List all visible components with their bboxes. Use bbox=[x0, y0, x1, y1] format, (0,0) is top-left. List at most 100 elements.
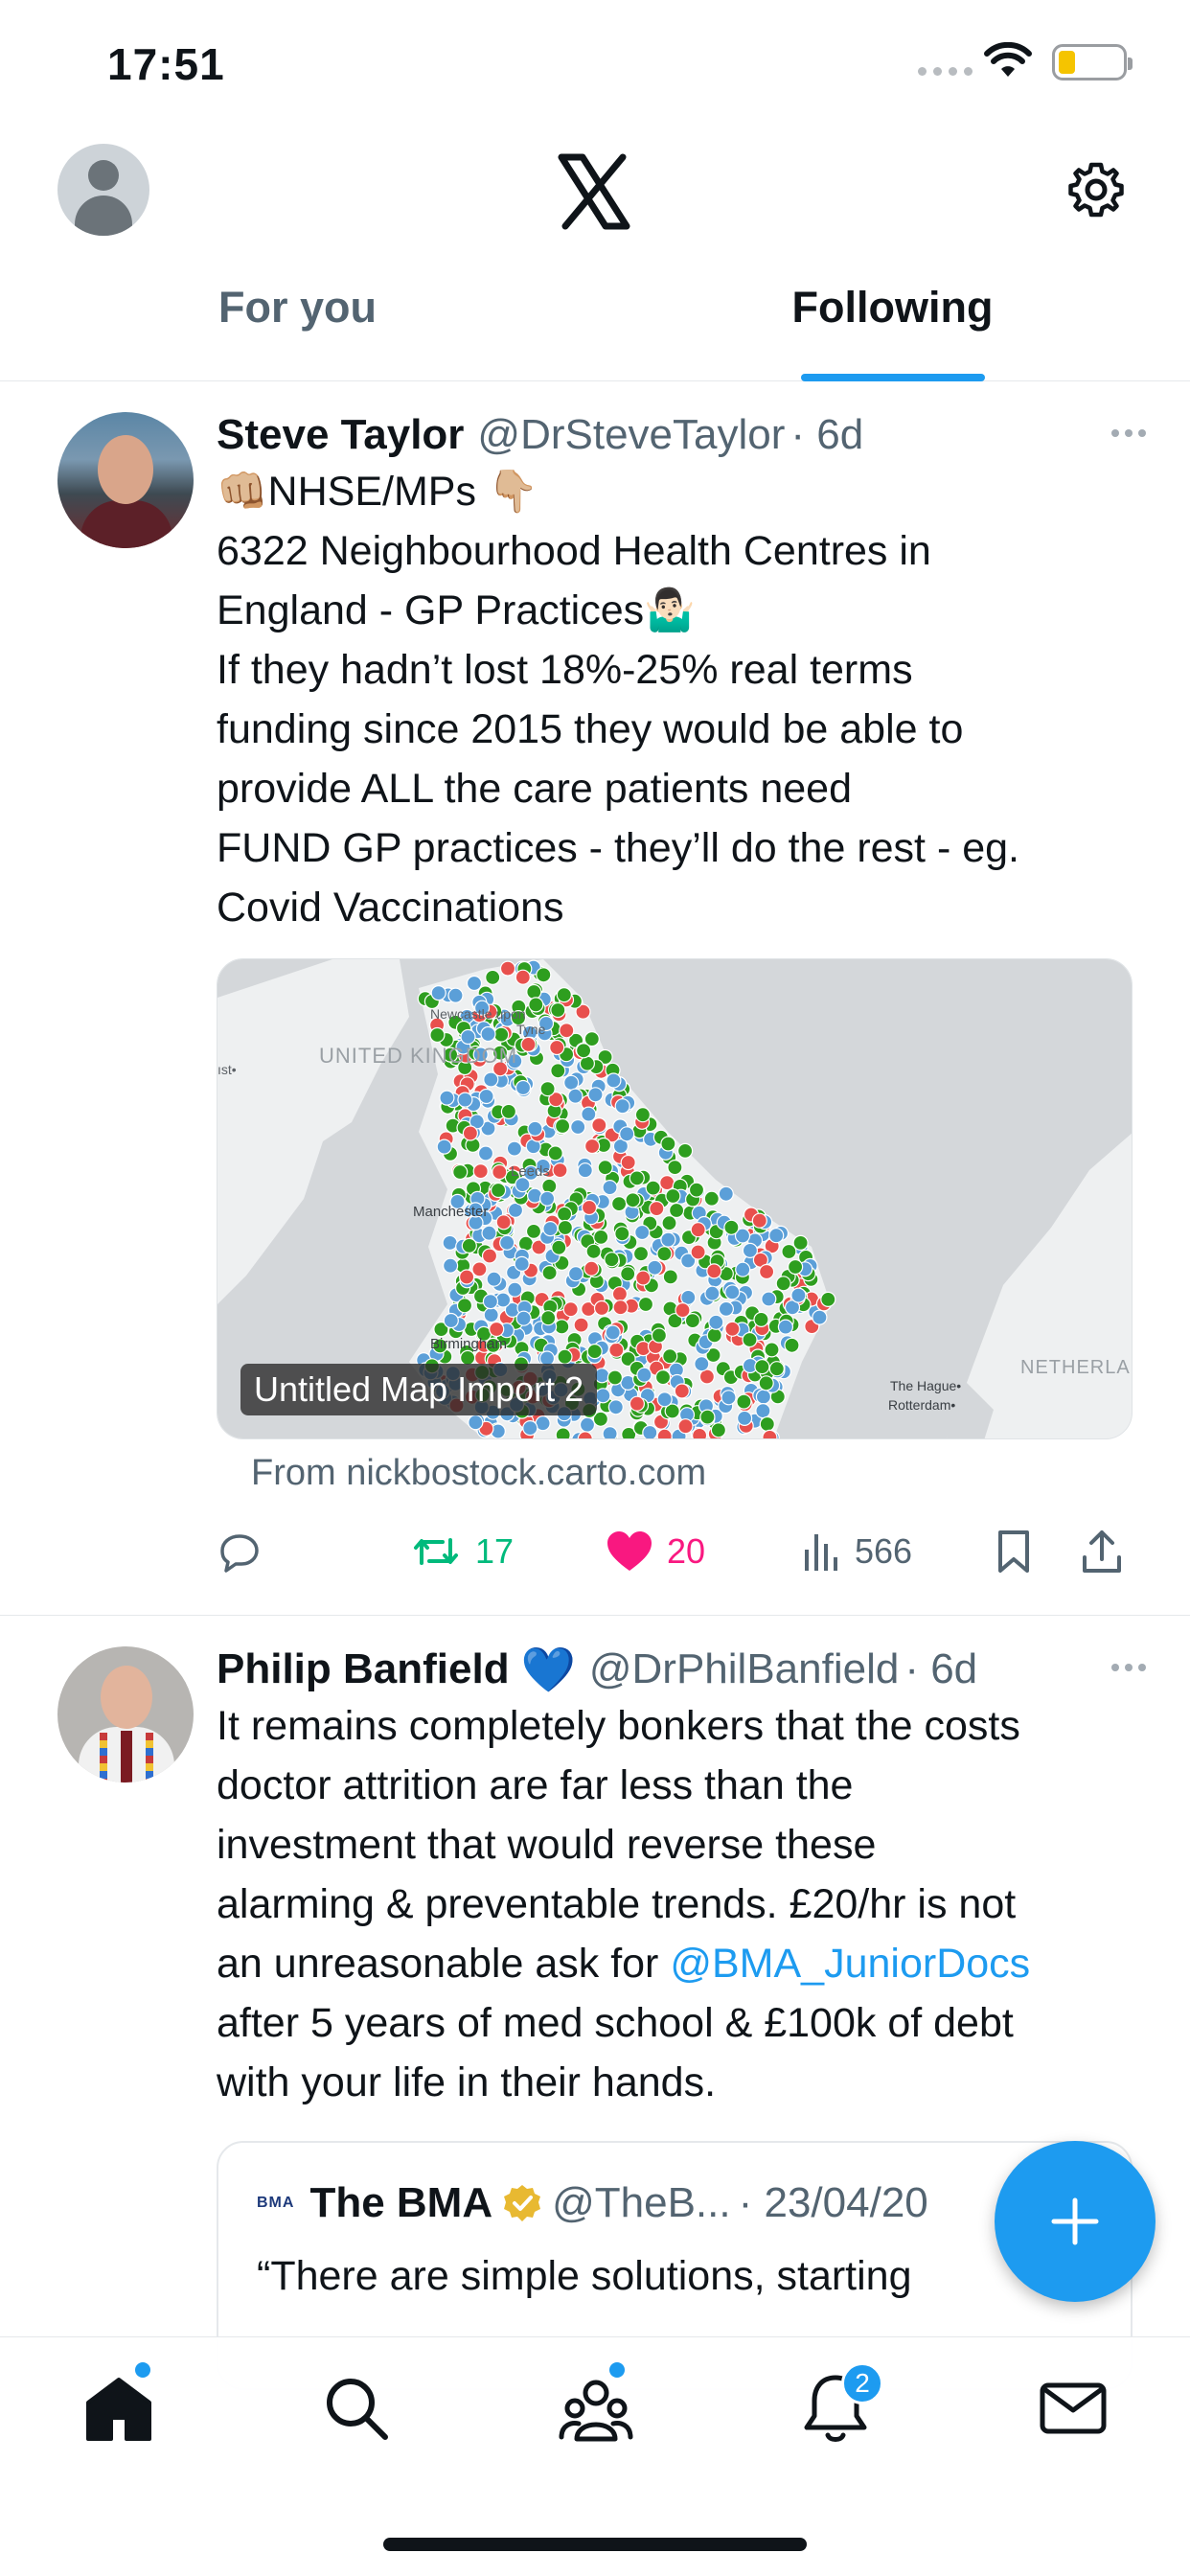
map-dot bbox=[688, 1182, 705, 1198]
view-count: 566 bbox=[855, 1531, 913, 1571]
map-dot bbox=[452, 1163, 469, 1181]
map-dot bbox=[758, 1375, 774, 1392]
views-button[interactable]: 566 bbox=[803, 1530, 912, 1573]
profile-avatar[interactable] bbox=[57, 144, 149, 236]
map-dot bbox=[605, 1324, 621, 1341]
tweet-line: Covid Vaccinations bbox=[217, 885, 564, 931]
map-dot bbox=[784, 1337, 800, 1353]
map-dot bbox=[651, 1327, 667, 1344]
settings-gear-icon[interactable] bbox=[1065, 159, 1127, 220]
tweet-line: doctor attrition are far less than the bbox=[217, 1762, 854, 1808]
search-icon[interactable] bbox=[318, 2370, 395, 2447]
more-options-icon[interactable] bbox=[1111, 1664, 1146, 1671]
tab-for-you[interactable]: For you bbox=[0, 259, 595, 381]
map-label-leeds: Leeds bbox=[511, 1163, 550, 1180]
x-logo-icon[interactable] bbox=[556, 153, 632, 230]
tweet[interactable]: Steve Taylor @DrSteveTaylor · 6d 👊🏼NHSE/… bbox=[0, 383, 1190, 1616]
map-dot bbox=[660, 1231, 676, 1248]
map-dot bbox=[528, 997, 544, 1013]
share-button[interactable] bbox=[1079, 1529, 1125, 1575]
status-time: 17:51 bbox=[107, 39, 225, 89]
map-dot bbox=[472, 1163, 489, 1180]
map-dot bbox=[690, 1244, 706, 1260]
map-dot bbox=[662, 1269, 678, 1285]
author-handle[interactable]: @DrPhilBanfield bbox=[589, 1645, 899, 1693]
map-dot bbox=[456, 1298, 473, 1314]
map-dot bbox=[758, 1263, 775, 1280]
map-dot bbox=[660, 1136, 676, 1152]
map-dot bbox=[489, 1321, 505, 1338]
map-dot bbox=[563, 1074, 580, 1091]
reply-button[interactable] bbox=[217, 1529, 263, 1575]
like-button[interactable]: 20 bbox=[606, 1530, 705, 1574]
map-dot bbox=[775, 1276, 791, 1292]
map-dot bbox=[647, 1259, 663, 1276]
map-dot bbox=[443, 1257, 459, 1274]
map-dot bbox=[768, 1228, 785, 1244]
communities-new-dot bbox=[609, 2362, 625, 2378]
map-dot bbox=[436, 1138, 452, 1155]
map-dot bbox=[462, 1125, 478, 1141]
map-dot bbox=[555, 1117, 571, 1135]
map-dot bbox=[460, 1028, 476, 1046]
status-bar: 17:51 bbox=[0, 0, 1190, 125]
map-dot bbox=[620, 1266, 636, 1282]
map-dot bbox=[629, 1170, 645, 1186]
bookmark-icon bbox=[998, 1530, 1029, 1573]
communities-icon[interactable] bbox=[558, 2370, 634, 2447]
tweet-line: with your life in their hands. bbox=[217, 2059, 717, 2105]
heart-filled-icon bbox=[607, 1531, 652, 1571]
author-avatar[interactable] bbox=[57, 1646, 194, 1782]
map-dot bbox=[706, 1327, 722, 1344]
map-dot bbox=[547, 1145, 563, 1162]
map-dot bbox=[718, 1185, 734, 1202]
tweet-header: Steve Taylor @DrSteveTaylor · 6d bbox=[217, 408, 1136, 462]
author-avatar[interactable] bbox=[57, 412, 194, 548]
map-label-newcastle: Newcastle upon bbox=[430, 1006, 526, 1022]
more-options-icon[interactable] bbox=[1111, 429, 1146, 437]
views-chart-icon bbox=[805, 1534, 837, 1571]
author-handle[interactable]: @DrSteveTaylor bbox=[477, 411, 785, 459]
map-dot bbox=[614, 1226, 630, 1242]
map-dot bbox=[550, 1001, 566, 1019]
tab-following[interactable]: Following bbox=[595, 259, 1190, 381]
home-icon[interactable] bbox=[80, 2370, 157, 2447]
map-dot bbox=[466, 975, 483, 992]
author-name[interactable]: Steve Taylor bbox=[217, 411, 464, 459]
map-label-birmingham: Birmingham bbox=[430, 1336, 507, 1352]
bookmark-button[interactable] bbox=[995, 1529, 1033, 1575]
map-dot bbox=[483, 1307, 499, 1323]
map-dot bbox=[526, 983, 542, 1000]
tweet-line: provide ALL the care patients need bbox=[217, 766, 852, 812]
map-dot bbox=[478, 1088, 494, 1105]
link-card-map[interactable]: Newcastle upon Tyne UNITED KINGDOM ıst• … bbox=[217, 958, 1133, 1439]
bma-logo: BMA bbox=[257, 2195, 295, 2211]
map-dot bbox=[751, 1212, 767, 1229]
tweet-text: 👊🏼NHSE/MPs 👇🏼 6322 Neighbourhood Health … bbox=[217, 462, 1136, 937]
author-name[interactable]: Philip Banfield bbox=[217, 1645, 510, 1693]
map-dot bbox=[611, 1196, 628, 1212]
map-dot bbox=[704, 1285, 721, 1301]
map-dot bbox=[606, 1369, 623, 1386]
share-icon bbox=[1083, 1530, 1121, 1573]
messages-envelope-icon[interactable] bbox=[1035, 2370, 1111, 2447]
map-label-hague: The Hague• bbox=[890, 1378, 961, 1393]
map-dot bbox=[612, 1300, 629, 1316]
map-dot bbox=[604, 1252, 620, 1268]
tweet-line: FUND GP practices - they’ll do the rest … bbox=[217, 825, 1019, 871]
map-dot bbox=[665, 1187, 681, 1205]
compose-tweet-button[interactable] bbox=[995, 2141, 1156, 2302]
mention-link[interactable]: @BMA_JuniorDocs bbox=[670, 1941, 1030, 1987]
wifi-icon bbox=[984, 42, 1032, 77]
map-dot bbox=[699, 1409, 716, 1425]
map-dot bbox=[515, 969, 531, 985]
tweet-line: funding since 2015 they would be able to bbox=[217, 706, 964, 752]
map-dot bbox=[430, 984, 446, 1001]
retweet-button[interactable]: 17 bbox=[410, 1529, 514, 1575]
map-dot bbox=[614, 1098, 630, 1115]
link-source[interactable]: From nickbostock.carto.com bbox=[217, 1453, 1136, 1494]
map-dot bbox=[606, 1072, 622, 1089]
map-dot bbox=[724, 1284, 741, 1300]
map-dot bbox=[736, 1393, 752, 1410]
map-dot bbox=[461, 1237, 477, 1254]
